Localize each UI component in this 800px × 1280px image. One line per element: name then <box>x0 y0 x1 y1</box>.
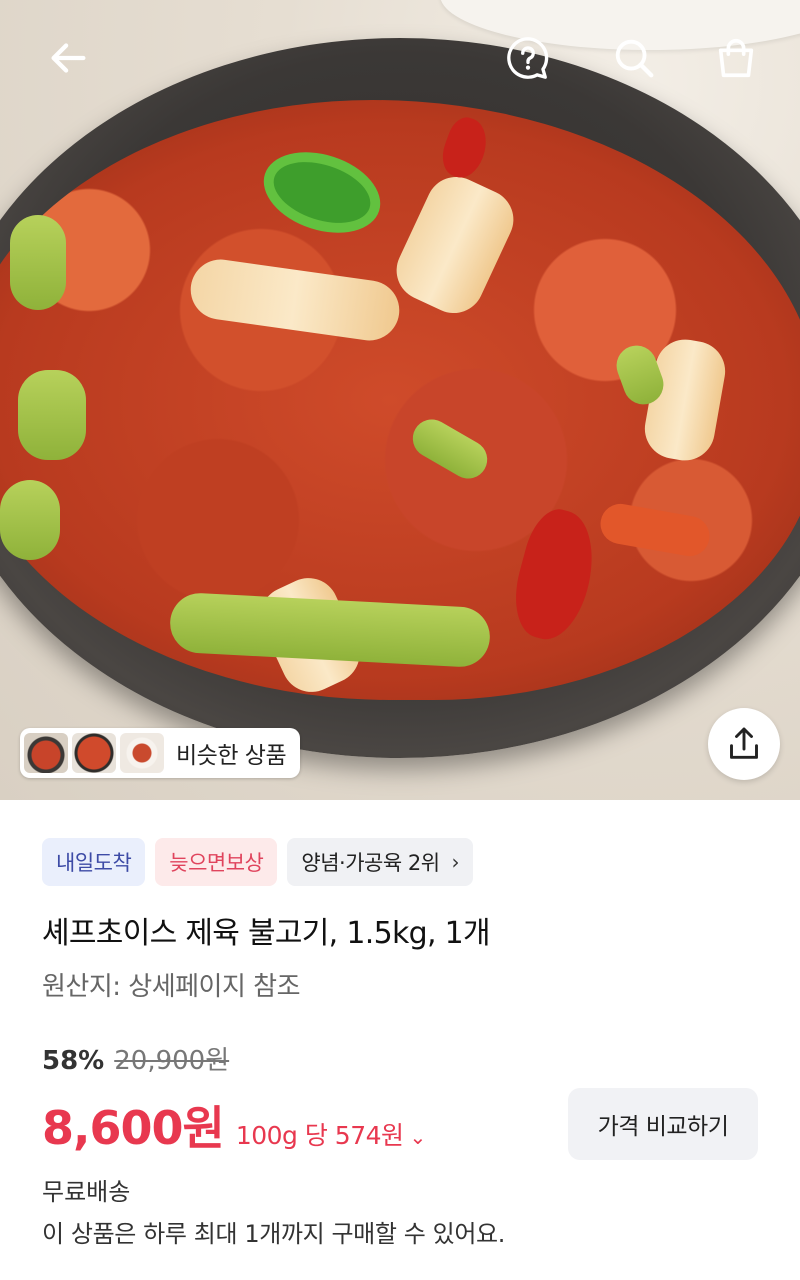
category-rank-badge[interactable]: 양념·가공육 2위 › <box>287 838 474 886</box>
back-button[interactable] <box>40 30 96 86</box>
unit-price[interactable]: 100g 당 574원 ⌄ <box>236 1116 426 1152</box>
help-button[interactable] <box>500 30 556 86</box>
similar-thumbnail <box>72 733 116 773</box>
similar-thumbnail <box>24 733 68 773</box>
discount-row: 58% 20,900원 <box>42 1040 229 1077</box>
sale-price: 8,600원 <box>42 1101 225 1155</box>
product-image[interactable]: 비슷한 상품 <box>0 0 800 800</box>
similar-thumbnail <box>120 733 164 773</box>
scallion <box>18 370 86 460</box>
price-compare-button[interactable]: 가격 비교하기 <box>568 1088 758 1160</box>
discount-rate: 58% <box>42 1046 105 1076</box>
original-price: 20,900원 <box>114 1046 230 1076</box>
scallion <box>0 480 60 560</box>
question-bubble-icon <box>507 37 549 79</box>
shopping-bag-icon <box>718 39 754 78</box>
search-button[interactable] <box>606 30 662 86</box>
product-title: 셰프초이스 제육 불고기, 1.5kg, 1개 <box>42 916 491 951</box>
late-compensation-badge: 늦으면보상 <box>155 838 278 886</box>
similar-products-button[interactable]: 비슷한 상품 <box>20 728 301 778</box>
cart-button[interactable] <box>708 30 764 86</box>
delivery-tomorrow-badge: 내일도착 <box>42 838 146 886</box>
share-button[interactable] <box>708 708 780 780</box>
arrow-left-icon <box>51 43 86 73</box>
purchase-limit-notice: 이 상품은 하루 최대 1개까지 구매할 수 있어요. <box>42 1220 505 1248</box>
search-icon <box>615 39 654 78</box>
similar-products-label: 비슷한 상품 <box>176 743 287 769</box>
shipping-info: 무료배송 <box>42 1178 131 1206</box>
scallion <box>10 215 66 310</box>
chevron-down-icon: ⌄ <box>409 1125 427 1149</box>
chevron-right-icon: › <box>451 850 460 874</box>
share-icon <box>730 727 758 759</box>
badge-row: 내일도착 늦으면보상 양념·가공육 2위 › <box>42 838 474 886</box>
product-origin: 원산지: 상세페이지 참조 <box>42 972 301 1002</box>
price-row: 8,600원 100g 당 574원 ⌄ <box>42 1092 426 1158</box>
